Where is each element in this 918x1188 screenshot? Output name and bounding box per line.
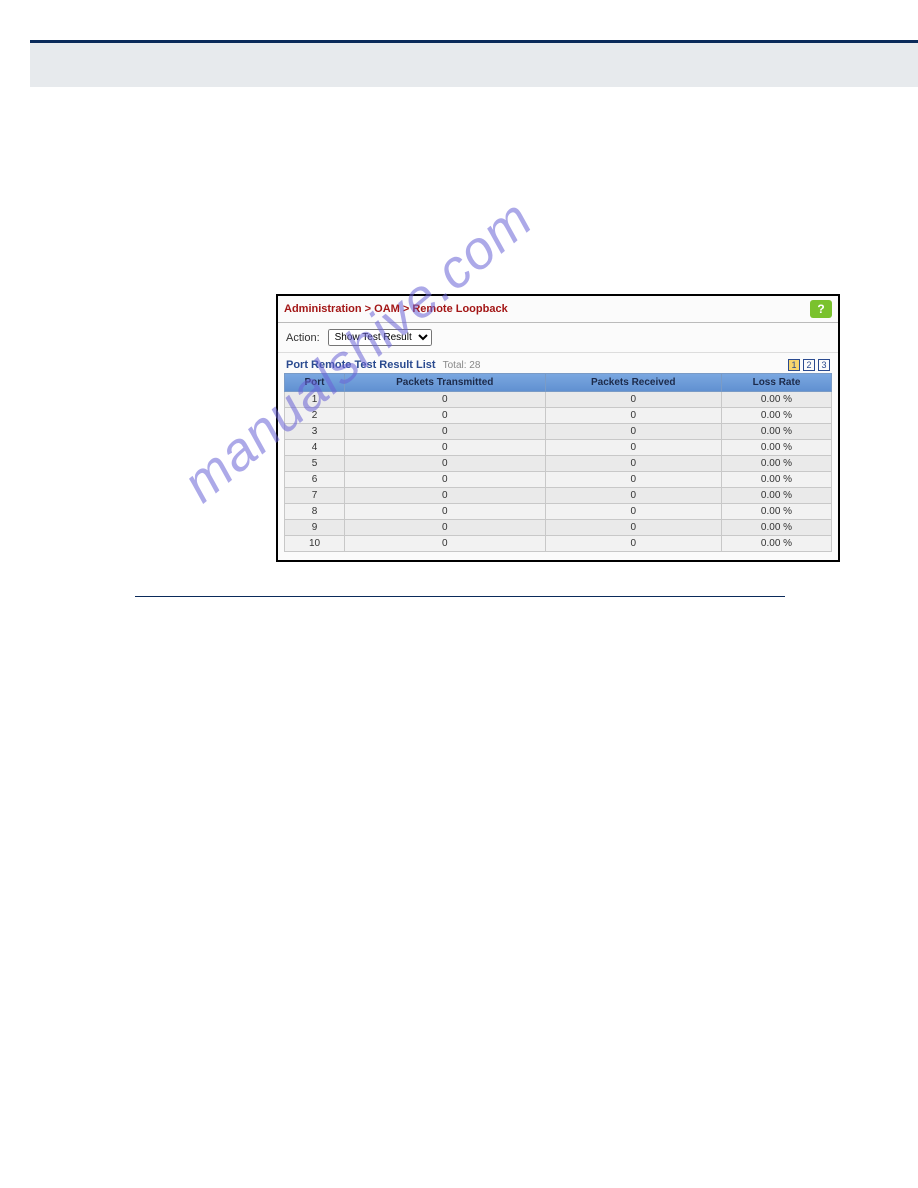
- action-label: Action:: [286, 332, 320, 344]
- pager: 1 2 3: [788, 359, 830, 371]
- cell-tx: 0: [345, 536, 546, 552]
- table-row: 4000.00 %: [285, 440, 832, 456]
- cell-rx: 0: [545, 440, 721, 456]
- cell-tx: 0: [345, 504, 546, 520]
- cell-rate: 0.00 %: [722, 408, 832, 424]
- cell-rx: 0: [545, 520, 721, 536]
- cell-port: 3: [285, 424, 345, 440]
- cell-tx: 0: [345, 392, 546, 408]
- list-title-text: Port Remote Test Result List: [286, 359, 436, 371]
- pager-page-3[interactable]: 3: [818, 359, 830, 371]
- cell-tx: 0: [345, 472, 546, 488]
- cell-port: 1: [285, 392, 345, 408]
- table-row: 6000.00 %: [285, 472, 832, 488]
- cell-port: 10: [285, 536, 345, 552]
- list-header-row: Port Remote Test Result List Total: 28 1…: [278, 353, 838, 373]
- cell-tx: 0: [345, 408, 546, 424]
- cell-rx: 0: [545, 536, 721, 552]
- action-row: Action: Show Test Result: [278, 323, 838, 353]
- cell-rx: 0: [545, 392, 721, 408]
- list-title: Port Remote Test Result List Total: 28: [286, 359, 480, 371]
- cell-rate: 0.00 %: [722, 440, 832, 456]
- cell-tx: 0: [345, 440, 546, 456]
- cell-rx: 0: [545, 424, 721, 440]
- breadcrumb: Administration > OAM > Remote Loopback: [284, 303, 508, 315]
- cell-tx: 0: [345, 456, 546, 472]
- cell-tx: 0: [345, 424, 546, 440]
- cell-rate: 0.00 %: [722, 536, 832, 552]
- panel-header: Administration > OAM > Remote Loopback ?: [278, 296, 838, 323]
- screenshot-panel: Administration > OAM > Remote Loopback ?…: [276, 294, 840, 562]
- cell-tx: 0: [345, 520, 546, 536]
- cell-rx: 0: [545, 488, 721, 504]
- cell-rx: 0: [545, 472, 721, 488]
- table-row: 8000.00 %: [285, 504, 832, 520]
- cell-port: 5: [285, 456, 345, 472]
- table-body: 1000.00 % 2000.00 % 3000.00 % 4000.00 % …: [285, 392, 832, 552]
- cell-rate: 0.00 %: [722, 520, 832, 536]
- table-row: 3000.00 %: [285, 424, 832, 440]
- cell-port: 9: [285, 520, 345, 536]
- cell-rate: 0.00 %: [722, 392, 832, 408]
- pager-page-1[interactable]: 1: [788, 359, 800, 371]
- col-rate: Loss Rate: [722, 374, 832, 392]
- cell-port: 2: [285, 408, 345, 424]
- cell-rate: 0.00 %: [722, 504, 832, 520]
- help-icon[interactable]: ?: [810, 300, 832, 318]
- col-rx: Packets Received: [545, 374, 721, 392]
- cell-rx: 0: [545, 408, 721, 424]
- table-row: 5000.00 %: [285, 456, 832, 472]
- page-header-band: [30, 43, 918, 87]
- cell-port: 6: [285, 472, 345, 488]
- table-header-row: Port Packets Transmitted Packets Receive…: [285, 374, 832, 392]
- cell-rate: 0.00 %: [722, 488, 832, 504]
- section-divider: [135, 596, 785, 597]
- cell-rx: 0: [545, 504, 721, 520]
- table-row: 9000.00 %: [285, 520, 832, 536]
- cell-rate: 0.00 %: [722, 472, 832, 488]
- cell-port: 8: [285, 504, 345, 520]
- cell-port: 7: [285, 488, 345, 504]
- table-row: 7000.00 %: [285, 488, 832, 504]
- table-row: 1000.00 %: [285, 392, 832, 408]
- col-tx: Packets Transmitted: [345, 374, 546, 392]
- results-table: Port Packets Transmitted Packets Receive…: [284, 373, 832, 552]
- pager-page-2[interactable]: 2: [803, 359, 815, 371]
- cell-rate: 0.00 %: [722, 424, 832, 440]
- cell-rx: 0: [545, 456, 721, 472]
- cell-rate: 0.00 %: [722, 456, 832, 472]
- table-row: 2000.00 %: [285, 408, 832, 424]
- action-select[interactable]: Show Test Result: [328, 329, 432, 346]
- col-port: Port: [285, 374, 345, 392]
- cell-tx: 0: [345, 488, 546, 504]
- cell-port: 4: [285, 440, 345, 456]
- list-total: Total: 28: [443, 360, 481, 371]
- table-row: 10000.00 %: [285, 536, 832, 552]
